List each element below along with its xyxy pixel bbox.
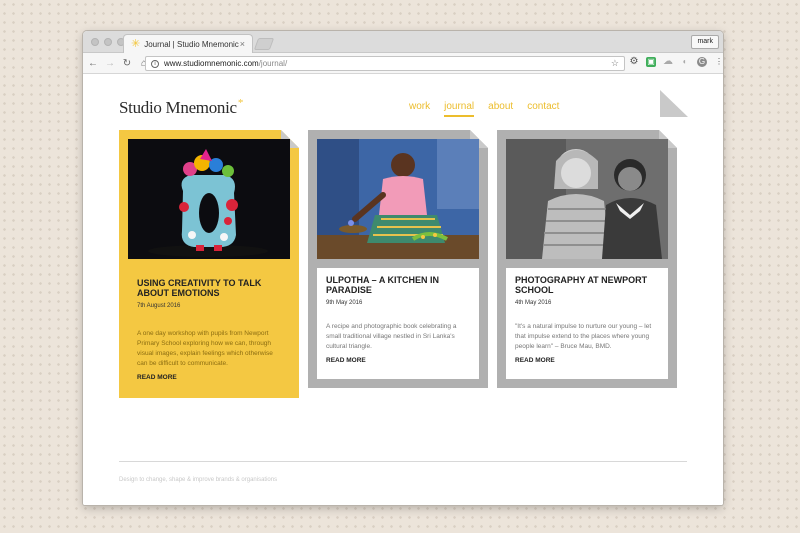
bookmark-star-icon[interactable]: ☆: [611, 58, 619, 69]
new-tab-button[interactable]: [253, 38, 275, 50]
nav-journal[interactable]: journal: [444, 101, 475, 117]
journal-card[interactable]: USING CREATIVITY TO TALK ABOUT EMOTIONS …: [119, 130, 299, 398]
settings-gear-icon[interactable]: ⚙: [629, 57, 639, 67]
cloud-icon[interactable]: ☁: [663, 57, 673, 67]
tab-close-icon[interactable]: ×: [240, 39, 245, 49]
page-content: Studio Mnemonic* work journal about cont…: [83, 75, 723, 505]
card-body: USING CREATIVITY TO TALK ABOUT EMOTIONS …: [128, 268, 290, 381]
favicon-star-icon: ✳: [131, 37, 141, 50]
url-host: www.studiomnemonic.com: [164, 59, 259, 68]
nav-about[interactable]: about: [488, 101, 513, 117]
journal-card[interactable]: ULPOTHA – A KITCHEN IN PARADISE 9th May …: [308, 130, 488, 388]
card-image-creativity[interactable]: [128, 139, 290, 259]
url-path: /journal/: [258, 59, 288, 68]
card-date: 7th August 2016: [137, 303, 181, 309]
read-more-link[interactable]: READ MORE: [506, 352, 668, 364]
extension-green-icon[interactable]: ▣: [646, 57, 656, 67]
browser-window: ✳ Journal | Studio Mnemonic × mark ← → ↻…: [83, 31, 723, 505]
forward-button[interactable]: →: [103, 58, 117, 69]
account-badge-icon[interactable]: G: [697, 57, 707, 67]
minimize-window-button[interactable]: [104, 38, 112, 46]
card-date: 4th May 2016: [515, 300, 552, 306]
logo-star-icon: *: [237, 97, 244, 109]
card-date: 9th May 2016: [326, 300, 363, 306]
nav-work[interactable]: work: [409, 101, 430, 117]
read-more-link[interactable]: READ MORE: [317, 352, 479, 364]
card-title[interactable]: PHOTOGRAPHY AT NEWPORT SCHOOL: [506, 268, 668, 295]
card-excerpt: "It's a natural impulse to nurture our y…: [515, 323, 652, 350]
logo-text: Studio Mnemonic: [119, 98, 237, 117]
extension-icons: ⚙ ▣ ☁ ◐ G ⋮: [629, 57, 723, 67]
ulpotha-photo-svg: [317, 139, 479, 259]
page-corner-fold: [660, 90, 688, 117]
card-body: ULPOTHA – A KITCHEN IN PARADISE 9th May …: [317, 268, 479, 379]
card-image-newport-school[interactable]: [506, 139, 668, 259]
site-logo[interactable]: Studio Mnemonic*: [119, 97, 244, 118]
main-nav: work journal about contact: [409, 101, 559, 117]
reload-button[interactable]: ↻: [120, 58, 134, 69]
footer-tagline: Design to change, shape & improve brands…: [119, 477, 278, 483]
read-more-link[interactable]: READ MORE: [128, 369, 290, 381]
footer-divider: [119, 461, 687, 462]
card-image-ulpotha[interactable]: [317, 139, 479, 259]
close-window-button[interactable]: [91, 38, 99, 46]
address-bar[interactable]: i www.studiomnemonic.com /journal/ ☆: [145, 56, 625, 71]
creativity-photo-svg: [128, 139, 290, 259]
tab-bar: ✳ Journal | Studio Mnemonic × mark: [83, 31, 723, 53]
profile-button[interactable]: mark: [691, 35, 719, 49]
newport-photo-svg: [506, 139, 668, 259]
card-title[interactable]: ULPOTHA – A KITCHEN IN PARADISE: [317, 268, 479, 295]
card-excerpt: A one day workshop with pupils from Newp…: [137, 330, 273, 367]
card-excerpt: A recipe and photographic book celebrati…: [326, 323, 457, 350]
browser-tab-journal[interactable]: ✳ Journal | Studio Mnemonic ×: [123, 34, 253, 53]
browser-menu-icon[interactable]: ⋮: [714, 57, 723, 67]
card-title[interactable]: USING CREATIVITY TO TALK ABOUT EMOTIONS: [128, 268, 290, 298]
browser-toolbar: ← → ↻ ⌂ i www.studiomnemonic.com /journa…: [83, 53, 723, 74]
journal-card[interactable]: PHOTOGRAPHY AT NEWPORT SCHOOL 4th May 20…: [497, 130, 677, 388]
site-info-icon[interactable]: i: [151, 59, 159, 68]
nav-contact[interactable]: contact: [527, 101, 559, 117]
back-button[interactable]: ←: [86, 58, 100, 69]
window-controls: [91, 38, 125, 46]
tab-title: Journal | Studio Mnemonic: [144, 39, 239, 49]
card-body: PHOTOGRAPHY AT NEWPORT SCHOOL 4th May 20…: [506, 268, 668, 379]
extension-gray-icon[interactable]: ◐: [680, 57, 690, 67]
